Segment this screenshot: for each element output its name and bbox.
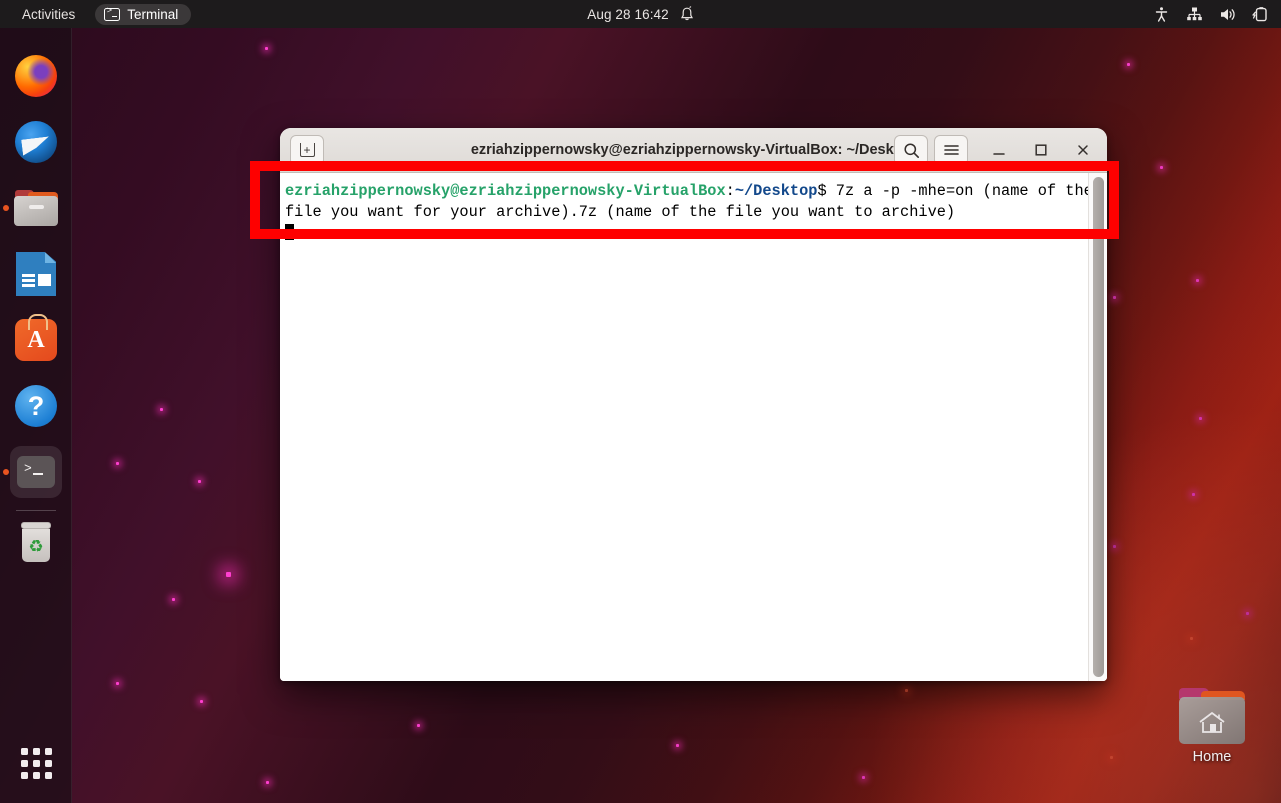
network-icon[interactable] <box>1186 6 1203 23</box>
window-titlebar[interactable]: ezriahzippernowsky@ezriahzippernowsky-Vi… <box>280 128 1107 173</box>
dock-item-thunderbird[interactable] <box>10 116 62 168</box>
wallpaper-dot <box>1196 279 1199 282</box>
wallpaper-dot <box>1246 612 1249 615</box>
menu-button[interactable] <box>934 134 968 166</box>
accessibility-icon[interactable] <box>1153 6 1170 23</box>
window-controls <box>983 135 1099 166</box>
app-indicator-terminal[interactable]: Terminal <box>95 3 192 25</box>
dock-separator <box>16 510 56 511</box>
running-indicator <box>3 469 9 475</box>
clock-datetime[interactable]: Aug 28 16:42 <box>587 7 669 22</box>
wallpaper-dot <box>198 480 201 483</box>
clock-area: Aug 28 16:42 <box>0 6 1281 22</box>
maximize-icon <box>1035 144 1047 156</box>
wallpaper-dot <box>226 572 231 577</box>
activities-button[interactable]: Activities <box>12 4 85 25</box>
bell-icon[interactable] <box>680 6 694 22</box>
dock: A ? > ♻ <box>0 28 72 803</box>
wallpaper-dot <box>116 682 119 685</box>
wallpaper-dot <box>200 700 203 703</box>
dock-item-firefox[interactable] <box>10 50 62 102</box>
wallpaper-dot <box>1127 63 1130 66</box>
close-icon <box>1078 145 1088 155</box>
prompt-separator: : <box>725 182 735 200</box>
dock-item-software[interactable]: A <box>10 314 62 366</box>
new-tab-icon <box>299 143 315 157</box>
files-folder-icon <box>14 190 58 226</box>
system-tray[interactable] <box>1153 6 1269 23</box>
search-icon <box>903 142 919 158</box>
search-button[interactable] <box>894 134 928 166</box>
wallpaper-dot <box>172 598 175 601</box>
prompt-path: ~/Desktop <box>734 182 818 200</box>
wallpaper-dot <box>862 776 865 779</box>
wallpaper-dot <box>1110 756 1113 759</box>
minimize-icon <box>993 153 1005 155</box>
dock-item-files[interactable] <box>3 182 62 234</box>
terminal-cursor <box>285 224 294 240</box>
wallpaper-dot <box>1113 296 1116 299</box>
dock-item-libreoffice[interactable] <box>10 248 62 300</box>
thunderbird-icon <box>15 121 57 163</box>
wallpaper-dot <box>1192 493 1195 496</box>
wallpaper-dot <box>1199 417 1202 420</box>
firefox-icon <box>15 55 57 97</box>
battery-icon[interactable] <box>1252 6 1269 23</box>
terminal-window[interactable]: ezriahzippernowsky@ezriahzippernowsky-Vi… <box>280 128 1107 681</box>
trash-icon: ♻ <box>19 522 53 562</box>
wallpaper-dot <box>417 724 420 727</box>
dock-item-trash[interactable]: ♻ <box>10 516 62 568</box>
terminal-icon: > <box>17 456 55 488</box>
top-bar: Activities Terminal Aug 28 16:42 <box>0 0 1281 28</box>
home-folder-icon <box>1179 688 1245 744</box>
app-indicator-label: Terminal <box>127 6 179 22</box>
prompt-user: ezriahzippernowsky@ezriahzippernowsky-Vi… <box>285 182 726 200</box>
terminal-scrollbar[interactable] <box>1088 173 1107 681</box>
wallpaper-dot <box>1160 166 1163 169</box>
titlebar-controls <box>894 134 1099 166</box>
software-store-icon: A <box>15 314 57 361</box>
dock-item-terminal[interactable]: > <box>3 446 62 498</box>
libreoffice-icon <box>16 252 56 296</box>
wallpaper-dot <box>116 462 119 465</box>
terminal-icon <box>104 6 121 21</box>
wallpaper-dot <box>266 781 269 784</box>
desktop-icon-home-label: Home <box>1192 749 1232 765</box>
scrollbar-thumb[interactable] <box>1093 177 1104 677</box>
close-button[interactable] <box>1067 135 1099 166</box>
dock-item-help[interactable]: ? <box>10 380 62 432</box>
maximize-button[interactable] <box>1025 135 1057 166</box>
wallpaper-dot <box>1190 637 1193 640</box>
running-indicator <box>3 205 9 211</box>
hamburger-menu-icon <box>943 145 959 155</box>
wallpaper-dot <box>265 47 268 50</box>
desktop-icon-home[interactable]: Home <box>1179 688 1245 765</box>
prompt-symbol: $ <box>817 182 836 200</box>
help-question-icon: ? <box>15 385 57 427</box>
terminal-output-area[interactable]: ezriahzippernowsky@ezriahzippernowsky-Vi… <box>280 173 1107 681</box>
volume-icon[interactable] <box>1219 6 1236 23</box>
show-applications-button[interactable] <box>10 737 62 789</box>
wallpaper-dot <box>676 744 679 747</box>
minimize-button[interactable] <box>983 135 1015 166</box>
wallpaper-dot <box>160 408 163 411</box>
wallpaper-dot <box>905 689 908 692</box>
house-glyph-icon <box>1199 711 1225 733</box>
new-tab-button[interactable] <box>290 134 324 166</box>
wallpaper-dot <box>1113 545 1116 548</box>
